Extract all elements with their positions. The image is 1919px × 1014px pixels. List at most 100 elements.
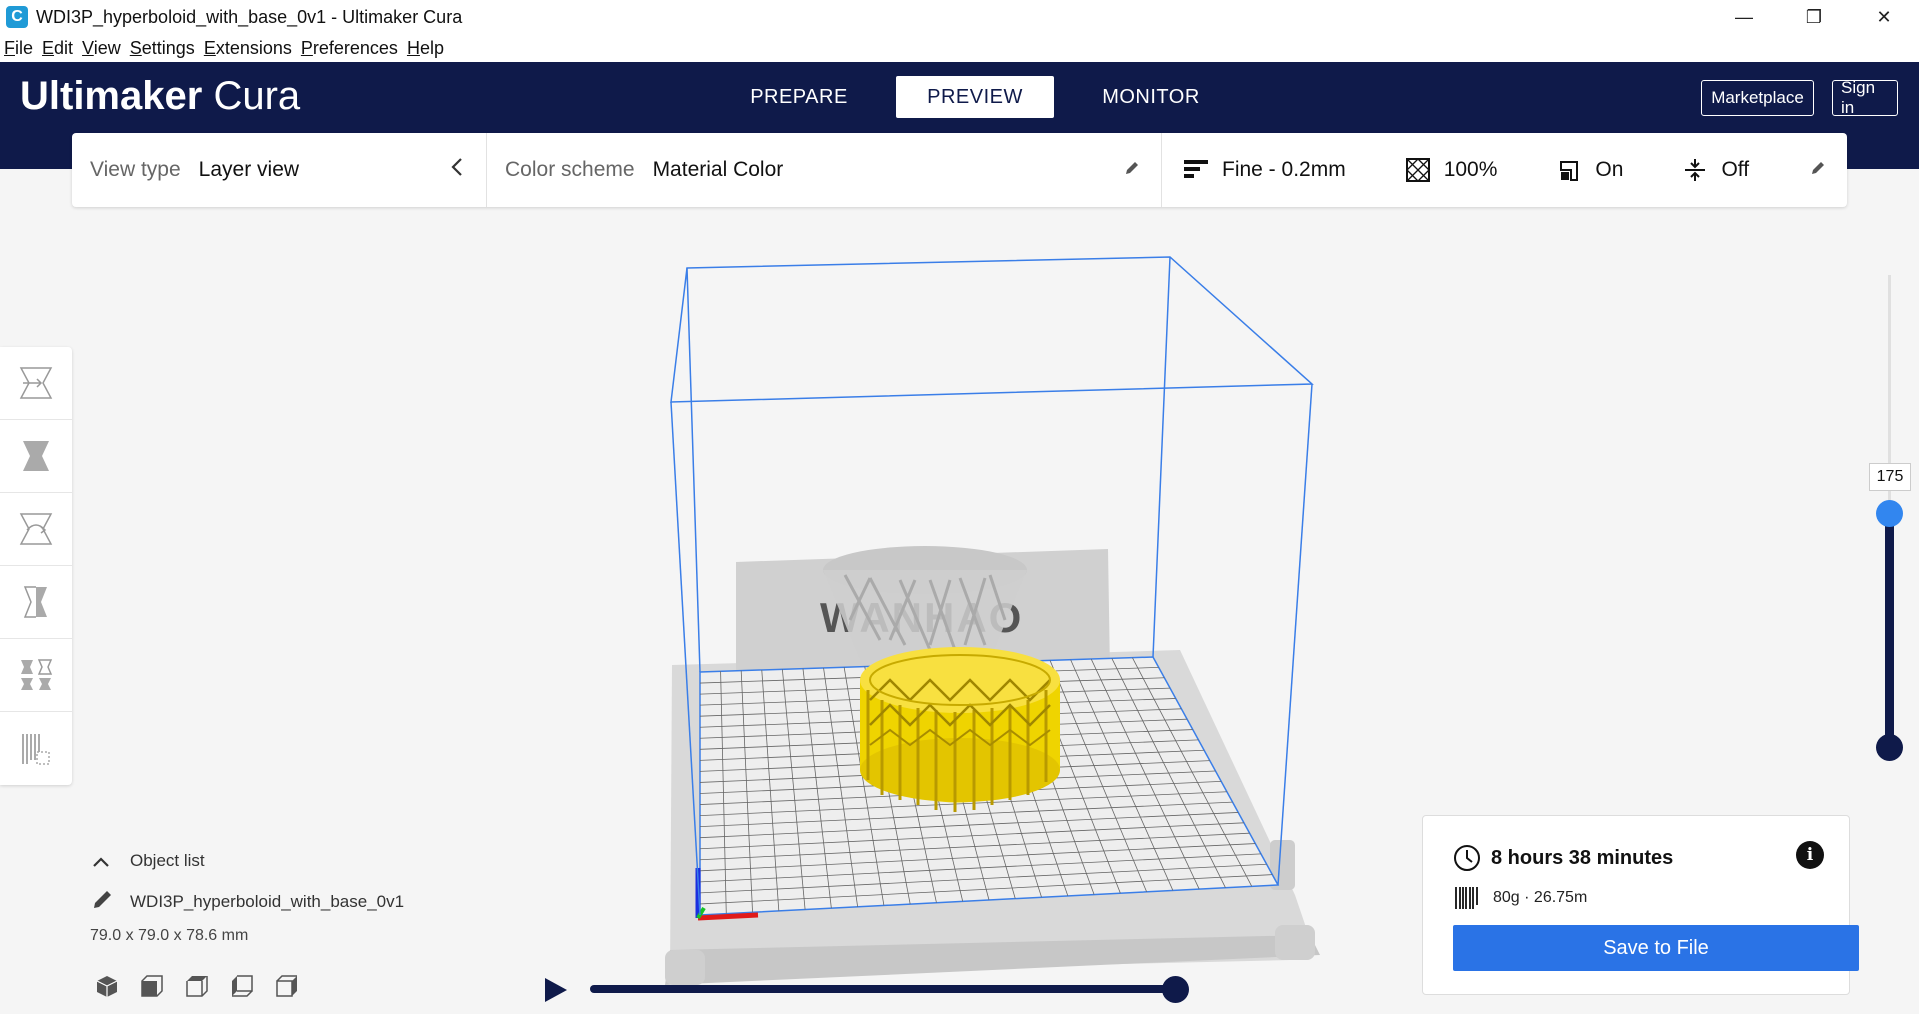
layer-slider-upper-handle[interactable] bbox=[1876, 500, 1903, 527]
per-model-settings-icon bbox=[21, 659, 53, 690]
cura-app-icon: C bbox=[6, 6, 28, 28]
menu-preferences[interactable]: Preferences bbox=[301, 38, 398, 59]
sign-in-button[interactable]: Sign in bbox=[1832, 78, 1898, 117]
support-blocker-icon bbox=[22, 733, 50, 765]
info-icon[interactable]: i bbox=[1796, 841, 1824, 869]
layer-slider-lower-handle[interactable] bbox=[1876, 734, 1903, 761]
minimize-button[interactable]: — bbox=[1709, 0, 1779, 34]
cube-left-icon bbox=[232, 975, 253, 997]
layer-slider-range[interactable] bbox=[1885, 512, 1894, 746]
menu-preferences-label: references bbox=[312, 37, 398, 58]
ultimaker-cura-logo: Ultimaker Cura bbox=[20, 74, 300, 119]
menu-help-label: elp bbox=[419, 37, 444, 58]
chevron-up-icon bbox=[92, 848, 110, 874]
view-left-button[interactable] bbox=[229, 973, 255, 999]
support-blocker-tool-button[interactable] bbox=[0, 712, 72, 785]
mirror-tool-button[interactable] bbox=[0, 566, 72, 639]
menu-help[interactable]: Help bbox=[407, 38, 444, 59]
play-simulation-button[interactable] bbox=[545, 978, 567, 1002]
pencil-icon[interactable] bbox=[1123, 159, 1141, 182]
menu-edit[interactable]: Edit bbox=[42, 38, 73, 59]
restore-button[interactable]: ❐ bbox=[1779, 0, 1849, 34]
printer-backplate: WANHAO bbox=[736, 549, 1110, 690]
color-scheme-value: Material Color bbox=[652, 158, 784, 181]
menu-view[interactable]: View bbox=[82, 38, 121, 59]
object-name: WDI3P_hyperboloid_with_base_0v1 bbox=[130, 892, 405, 911]
tab-monitor[interactable]: MONITOR bbox=[1072, 76, 1230, 118]
axis-indicator bbox=[695, 868, 759, 921]
path-slider-track[interactable] bbox=[590, 985, 1175, 993]
preview-toolbar: View type Layer view Color scheme Materi… bbox=[72, 133, 1847, 207]
build-plate-brand-label: WANHAO bbox=[820, 594, 1023, 641]
view-type-selector[interactable]: View type Layer view bbox=[72, 133, 487, 207]
menu-bar: File Edit View Settings Extensions Prefe… bbox=[0, 34, 1919, 62]
layer-number-field[interactable]: 175 bbox=[1869, 463, 1911, 491]
rotate-tool-icon bbox=[19, 513, 53, 545]
menu-settings[interactable]: Settings bbox=[130, 38, 195, 59]
window-controls: — ❐ ✕ bbox=[1709, 0, 1919, 34]
rotate-tool-button[interactable] bbox=[0, 493, 72, 566]
menu-file-mnemonic: F bbox=[4, 37, 15, 58]
color-scheme-label: Color scheme bbox=[505, 158, 635, 181]
print-information-panel: 8 hours 38 minutes i 80g · 26.75m Save t… bbox=[1422, 815, 1859, 995]
tool-palette bbox=[0, 347, 72, 785]
object-list-toggle[interactable]: Object list bbox=[92, 848, 205, 874]
object-list-item[interactable]: WDI3P_hyperboloid_with_base_0v1 bbox=[92, 888, 404, 916]
object-dimensions: 79.0 x 79.0 x 78.6 mm bbox=[90, 927, 249, 944]
menu-edit-mnemonic: E bbox=[42, 37, 55, 58]
per-model-settings-tool-button[interactable] bbox=[0, 639, 72, 712]
cube-front-icon bbox=[141, 975, 163, 997]
window-title-bar: C WDI3P_hyperboloid_with_base_0v1 - Ulti… bbox=[0, 0, 1919, 34]
menu-extensions[interactable]: Extensions bbox=[204, 38, 292, 59]
color-scheme-selector[interactable]: Color scheme Material Color bbox=[487, 133, 1162, 207]
menu-preferences-mnemonic: P bbox=[300, 37, 313, 58]
print-time-value: 8 hours 38 minutes bbox=[1491, 846, 1674, 869]
cube-right-icon bbox=[276, 975, 297, 997]
view-type-value: Layer view bbox=[198, 158, 300, 181]
menu-file[interactable]: File bbox=[4, 38, 33, 59]
build-plate-grid bbox=[699, 656, 1280, 916]
profile-item: Fine - 0.2mm bbox=[1184, 158, 1346, 182]
cube-top-icon bbox=[186, 976, 208, 997]
clock-icon bbox=[1454, 845, 1480, 871]
chevron-left-icon[interactable] bbox=[450, 156, 464, 184]
view-3d-button[interactable] bbox=[94, 973, 120, 999]
infill-icon bbox=[1405, 158, 1430, 182]
object-list-label: Object list bbox=[130, 851, 205, 870]
menu-extensions-label: xtensions bbox=[215, 37, 292, 58]
menu-edit-label: dit bbox=[54, 37, 74, 58]
pencil-icon[interactable] bbox=[1809, 159, 1827, 182]
cube-3d-icon bbox=[96, 976, 118, 997]
window-title: WDI3P_hyperboloid_with_base_0v1 - Ultima… bbox=[36, 6, 463, 27]
scale-tool-icon bbox=[23, 441, 49, 471]
logo-light-text: Cura bbox=[213, 74, 301, 118]
menu-settings-label: ettings bbox=[141, 37, 195, 58]
tab-prepare[interactable]: PREPARE bbox=[720, 76, 878, 118]
view-right-button[interactable] bbox=[274, 973, 300, 999]
save-to-file-button[interactable]: Save to File bbox=[1453, 925, 1859, 971]
printer-base bbox=[665, 650, 1320, 985]
path-slider-handle[interactable] bbox=[1162, 976, 1189, 1003]
adhesion-icon bbox=[1683, 158, 1707, 182]
model-ghost-top bbox=[823, 546, 1027, 660]
menu-view-label: iew bbox=[93, 37, 121, 58]
menu-view-mnemonic: V bbox=[82, 37, 94, 58]
support-value: On bbox=[1595, 158, 1624, 181]
material-usage-value: 80g · 26.75m bbox=[1493, 889, 1588, 906]
menu-help-mnemonic: H bbox=[406, 37, 420, 58]
camera-view-buttons bbox=[94, 973, 319, 999]
print-settings-summary[interactable]: Fine - 0.2mm 100% On Off bbox=[1162, 133, 1847, 207]
move-tool-button[interactable] bbox=[0, 347, 72, 420]
print-time: 8 hours 38 minutes bbox=[1453, 844, 1673, 872]
profile-icon bbox=[1184, 158, 1208, 182]
marketplace-button[interactable]: Marketplace bbox=[1701, 80, 1814, 116]
menu-file-label: ile bbox=[15, 37, 34, 58]
stage-tabs: PREPARE PREVIEW MONITOR bbox=[720, 76, 1248, 118]
view-top-button[interactable] bbox=[184, 973, 210, 999]
view-front-button[interactable] bbox=[139, 973, 165, 999]
menu-settings-mnemonic: S bbox=[129, 37, 142, 58]
profile-value: Fine - 0.2mm bbox=[1222, 158, 1346, 181]
close-button[interactable]: ✕ bbox=[1849, 0, 1919, 34]
tab-preview[interactable]: PREVIEW bbox=[896, 76, 1054, 118]
scale-tool-button[interactable] bbox=[0, 420, 72, 493]
